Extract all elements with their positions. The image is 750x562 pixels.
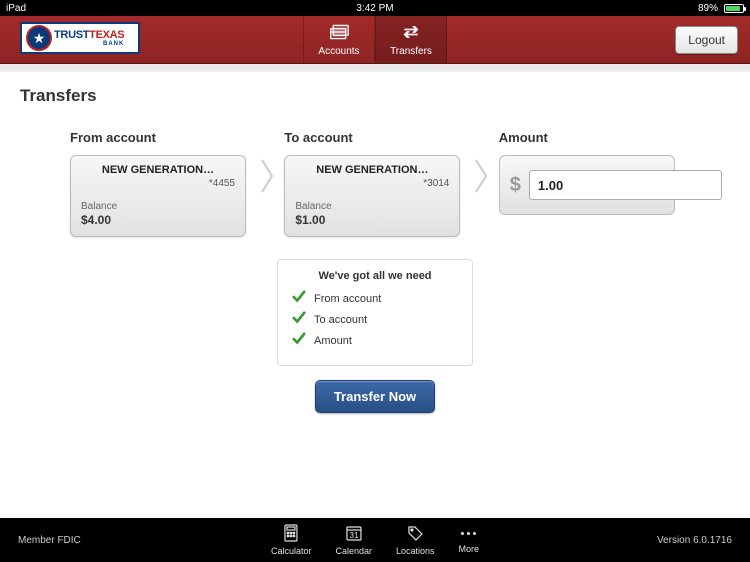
calendar-icon: 31 xyxy=(345,524,363,544)
amount-column: Amount $ xyxy=(499,130,680,215)
from-account-column: From account NEW GENERATION… *4455 Balan… xyxy=(70,130,251,237)
footer-version: Version 6.0.1716 xyxy=(657,535,732,546)
footer: Member FDIC Calculator 31 Cale xyxy=(0,518,750,562)
to-account-name: NEW GENERATION… xyxy=(295,164,449,176)
tab-transfers[interactable]: Transfers xyxy=(375,16,447,63)
from-account-card[interactable]: NEW GENERATION… *4455 Balance $4.00 xyxy=(70,155,246,237)
footer-fdic: Member FDIC xyxy=(18,535,81,546)
to-account-label: To account xyxy=(284,130,465,145)
to-balance-label: Balance xyxy=(295,201,449,212)
from-account-number: *4455 xyxy=(81,178,235,189)
bank-logo: ★ TRUSTTEXAS BANK xyxy=(20,22,140,54)
check-icon xyxy=(292,311,306,328)
check-row-to: To account xyxy=(292,311,458,328)
transfer-now-button[interactable]: Transfer Now xyxy=(315,380,435,413)
transfer-columns: From account NEW GENERATION… *4455 Balan… xyxy=(0,130,750,237)
logo-star-icon: ★ xyxy=(26,25,52,51)
from-balance-value: $4.00 xyxy=(81,213,235,227)
chevron-right-icon xyxy=(251,130,284,196)
checklist-title: We've got all we need xyxy=(292,270,458,282)
calculator-icon xyxy=(282,524,300,544)
more-dots-icon xyxy=(461,524,476,542)
tab-accounts[interactable]: Accounts xyxy=(303,16,375,63)
svg-text:31: 31 xyxy=(349,531,358,540)
check-icon xyxy=(292,290,306,307)
to-account-column: To account NEW GENERATION… *3014 Balance… xyxy=(284,130,465,237)
footer-calendar[interactable]: 31 Calendar xyxy=(335,524,372,556)
to-balance-value: $1.00 xyxy=(295,213,449,227)
status-battery: 89% xyxy=(698,3,744,14)
status-carrier: iPad xyxy=(6,3,26,14)
ios-status-bar: iPad 3:42 PM 89% xyxy=(0,0,750,16)
dollar-sign-icon: $ xyxy=(510,174,521,197)
footer-calculator[interactable]: Calculator xyxy=(271,524,312,556)
nav-tabs: Accounts Transfers xyxy=(303,16,447,63)
from-account-label: From account xyxy=(70,130,251,145)
footer-more[interactable]: More xyxy=(459,524,480,556)
from-balance-label: Balance xyxy=(81,201,235,212)
check-icon xyxy=(292,332,306,349)
tab-transfers-label: Transfers xyxy=(390,46,432,57)
amount-input[interactable] xyxy=(529,170,722,200)
tag-icon xyxy=(406,524,424,544)
check-row-amount: Amount xyxy=(292,332,458,349)
amount-label: Amount xyxy=(499,130,680,145)
cards-icon xyxy=(329,23,349,44)
to-account-card[interactable]: NEW GENERATION… *3014 Balance $1.00 xyxy=(284,155,460,237)
page-title: Transfers xyxy=(0,72,750,130)
transfer-arrows-icon xyxy=(401,23,421,44)
footer-locations[interactable]: Locations xyxy=(396,524,435,556)
divider-strip xyxy=(0,64,750,72)
tab-accounts-label: Accounts xyxy=(318,46,359,57)
from-account-name: NEW GENERATION… xyxy=(81,164,235,176)
chevron-right-icon xyxy=(466,130,499,196)
logout-button[interactable]: Logout xyxy=(675,26,738,54)
amount-box: $ xyxy=(499,155,675,215)
to-account-number: *3014 xyxy=(295,178,449,189)
checklist: We've got all we need From account To ac… xyxy=(277,259,473,366)
app-header: ★ TRUSTTEXAS BANK Accounts xyxy=(0,16,750,64)
status-time: 3:42 PM xyxy=(356,3,393,14)
check-row-from: From account xyxy=(292,290,458,307)
